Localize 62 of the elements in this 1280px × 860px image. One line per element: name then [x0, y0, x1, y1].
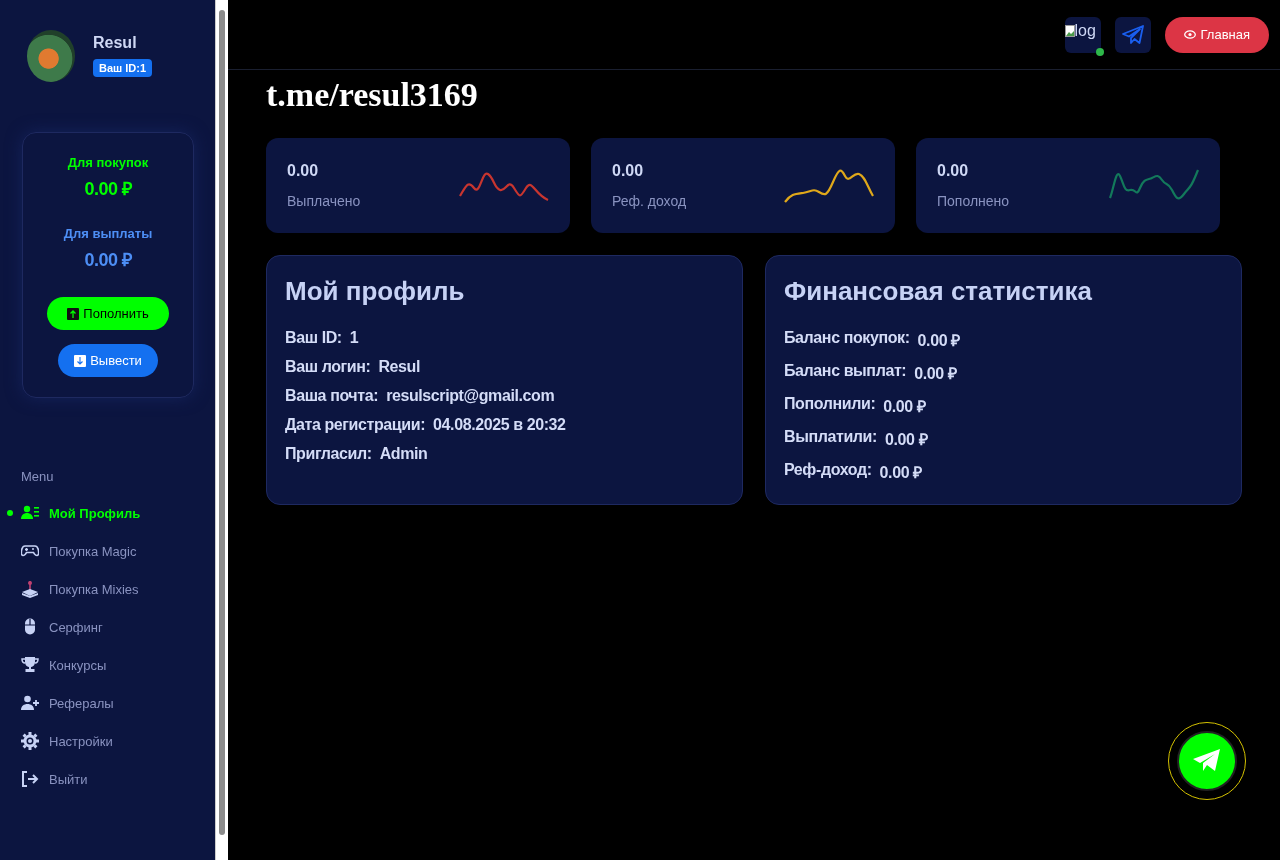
field-label: Пригласил:: [285, 445, 372, 463]
paper-plane-icon: [1192, 748, 1222, 774]
user-name: Resul: [93, 34, 138, 52]
logout-icon: [21, 770, 39, 788]
menu-item[interactable]: Выйти: [0, 760, 215, 798]
menu-item[interactable]: Мой Профиль: [0, 494, 215, 532]
eye-icon: [1183, 30, 1196, 39]
menu-item[interactable]: Конкурсы: [0, 646, 215, 684]
avatar-picture: [27, 30, 75, 82]
field-label: Ваш ID:: [285, 329, 342, 347]
field-value: 0.00 ₽: [883, 397, 926, 417]
home-button[interactable]: Главная: [1164, 16, 1269, 53]
top-up-button[interactable]: Пополнить: [47, 297, 169, 330]
field-label: Пополнили:: [784, 395, 876, 414]
card-title: Финансовая статистика: [784, 276, 1093, 307]
field-value: 0.00 ₽: [884, 430, 928, 450]
stat-label: Выплачено: [287, 193, 361, 209]
stat-label: Пополнено: [937, 193, 1010, 209]
purchase-balance-label: Для покупок: [67, 155, 149, 170]
arrow-up-icon: [67, 307, 80, 320]
field-value: resulscript@gmail.com: [386, 387, 555, 405]
field-value: Admin: [379, 445, 428, 463]
payout-balance-value: 0.00 ₽: [84, 249, 132, 271]
telegram-button[interactable]: [1114, 16, 1151, 53]
field-value: Resul: [378, 358, 421, 376]
scrollbar[interactable]: [215, 0, 228, 860]
field-value: 1: [349, 329, 359, 347]
menu-item[interactable]: Настройки: [0, 722, 215, 760]
field-value: 0.00 ₽: [879, 463, 922, 483]
gear-icon: [21, 732, 39, 750]
menu-item[interactable]: Покупка Magic: [0, 532, 215, 570]
field-value: 0.00 ₽: [914, 364, 957, 384]
menu-item[interactable]: Рефералы: [0, 684, 215, 722]
arrow-down-icon: [74, 354, 87, 367]
field-label: Ваш логин:: [285, 358, 371, 376]
card-title: Мой профиль: [285, 276, 466, 307]
field-label: Реф-доход:: [784, 461, 872, 480]
menu-item[interactable]: Серфинг: [0, 608, 215, 646]
stat-label: Реф. доход: [612, 193, 687, 209]
user-list-icon: [21, 504, 39, 522]
payout-balance-label: Для выплаты: [63, 226, 153, 241]
trophy-icon: [21, 656, 39, 674]
joystick-icon: [21, 580, 39, 598]
purchase-balance-value: 0.00 ₽: [84, 178, 132, 200]
withdraw-button[interactable]: Вывести: [58, 344, 158, 377]
field-label: Баланс выплат:: [784, 362, 907, 381]
field-label: Баланс покупок:: [784, 329, 910, 348]
menu-heading: Menu: [21, 469, 55, 484]
stat-value: 0.00: [287, 162, 320, 180]
user-id-badge: Ваш ID:1: [93, 59, 153, 77]
page-title: t.me/resul3169: [266, 76, 479, 114]
field-label: Ваша почта:: [285, 387, 379, 405]
field-label: Дата регистрации:: [285, 416, 426, 434]
field-value: 0.00 ₽: [917, 331, 960, 351]
menu-item[interactable]: Покупка Mixies: [0, 570, 215, 608]
user-plus-icon: [21, 694, 39, 712]
field-label: Выплатили:: [784, 428, 877, 447]
paper-plane-icon: [1121, 24, 1144, 45]
stat-value: 0.00: [937, 162, 970, 180]
broken-logo-image: log: [1064, 16, 1101, 53]
field-value: 04.08.2025 в 20:32: [433, 416, 566, 434]
stat-value: 0.00: [612, 162, 645, 180]
